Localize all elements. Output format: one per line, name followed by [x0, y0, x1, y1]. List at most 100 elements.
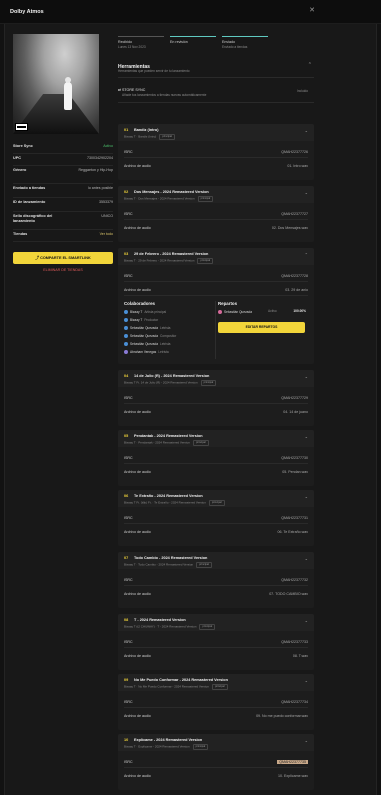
track-number: 05	[124, 434, 129, 438]
audio-file-value[interactable]: 04. 14 de juano	[283, 410, 308, 414]
track-artists-text: Bizaay T (t2 CHUWAY) · T - 2024 Remaster…	[124, 624, 197, 629]
track-card[interactable]: 03 29 de Febrero - 2024 Remastered Versio…	[118, 248, 314, 364]
meta-value: 3553379	[99, 200, 113, 204]
audio-file-row: Archivo de audio 06. Te Extraño.wav	[124, 528, 308, 538]
meta-value: Reggaeton y Hip-Hop	[78, 168, 113, 172]
avatar	[124, 326, 128, 331]
share-smartlink-button[interactable]: ⤴ COMPARTE EL SMARTLINK	[13, 252, 113, 264]
audio-file-value[interactable]: 07. TODO CAMBIO.wav	[269, 592, 308, 596]
track-header[interactable]: 04 14 de Julio (R) - 2024 Remastered Vers…	[118, 370, 314, 387]
meta-value[interactable]: Ver todo	[69, 232, 113, 236]
track-card[interactable]: 10 Explícame - 2024 Remastered Version Biz…	[118, 734, 314, 790]
track-card[interactable]: 08 T - 2024 Remastered Version Bizaay T (t…	[118, 614, 314, 670]
splits-section: Repartos Sebastián Quezada Activo 100.00% ED…	[218, 301, 308, 334]
track-card[interactable]: 04 14 de Julio (R) - 2024 Remastered Vers…	[118, 370, 314, 426]
track-header[interactable]: 06 Te Extraño - 2024 Remastered Version Bi…	[118, 490, 314, 507]
status-tab: Enviado Enviado a tiendas	[222, 36, 268, 52]
chevron-down-icon[interactable]: ⌄	[305, 128, 308, 134]
track-artists: Bizaay T · 29 de Febrero - 2024 Remaster…	[124, 258, 214, 264]
status-tab-date: Enviado a tiendas	[222, 45, 248, 49]
track-header[interactable]: 10 Explícame - 2024 Remastered Version Biz…	[118, 734, 314, 751]
chevron-down-icon[interactable]: ⌄	[305, 738, 308, 744]
status-tab: En revisión	[170, 36, 216, 52]
track-artists: Bizaay T · Todo Cambio - 2024 Remastered…	[124, 562, 212, 568]
isrc-label: ISRC	[124, 274, 133, 278]
track-card[interactable]: 09 No Me Puedo Conformar - 2024 Remastere…	[118, 674, 314, 730]
isrc-row: ISRC QMAH22377728	[124, 272, 308, 282]
audio-file-value[interactable]: 09. No me puedo conformar.wav	[256, 714, 308, 718]
audio-file-value[interactable]: 08. T.wav	[293, 654, 308, 658]
collaborator-row: Sebastián Quezada Letrista	[124, 326, 214, 334]
isrc-value: QMAH22377727	[281, 212, 308, 216]
meta-value: Activo	[103, 144, 113, 148]
track-header[interactable]: 08 T - 2024 Remastered Version Bizaay T (t…	[118, 614, 314, 631]
split-row: Sebastián Quezada Activo 100.00%	[218, 309, 308, 318]
collaborator-row: Abraham Venegas Letrista	[124, 350, 214, 358]
chevron-down-icon[interactable]: ⌄	[305, 374, 308, 380]
split-status: Activo	[268, 309, 277, 314]
track-card[interactable]: 01 Bandiz (Intro) Bizaay T · Bandiz (Intro…	[118, 124, 314, 180]
track-title: No Me Puedo Conformar - 2024 Remastered …	[134, 678, 228, 682]
audio-file-label: Archivo de audio	[124, 592, 151, 596]
isrc-row: ISRC QMAH22377735	[124, 758, 308, 768]
role-badge: principal	[197, 258, 214, 264]
delete-from-stores-link[interactable]: ELIMINAR DE TIENDAS	[13, 268, 113, 272]
meta-key: UPC	[13, 156, 22, 160]
track-number: 01	[124, 128, 129, 132]
track-card[interactable]: 07 Todo Cambio - 2024 Remastered Version B…	[118, 552, 314, 608]
status-tab-label: Recibido	[118, 40, 132, 44]
audio-file-value[interactable]: 10. Explicame.wav	[278, 774, 308, 778]
collaborator-name: Sebastián Quezada	[130, 334, 158, 339]
avatar	[124, 310, 128, 315]
role-badge: principal	[159, 134, 175, 140]
audio-file-row: Archivo de audio 08. T.wav	[124, 652, 308, 662]
audio-file-value[interactable]: 01. Intro.wav	[287, 164, 308, 168]
track-card[interactable]: 02 Dos Mensajes - 2024 Remastered Version…	[118, 186, 314, 242]
isrc-label: ISRC	[124, 516, 133, 520]
audio-file-label: Archivo de audio	[124, 654, 151, 658]
chevron-down-icon[interactable]: ⌄	[305, 556, 308, 562]
meta-row: Store Sync Activo	[13, 142, 113, 154]
close-icon[interactable]: ✕	[309, 7, 315, 15]
top-bar: Dolby Atmos ✕	[0, 0, 381, 24]
chevron-down-icon[interactable]: ⌄	[305, 618, 308, 624]
collaborator-role: Letrista	[160, 342, 171, 347]
audio-file-value[interactable]: 02. Dos Mensajes.wav	[272, 226, 308, 230]
track-header[interactable]: 01 Bandiz (Intro) Bizaay T · Bandiz (Intro…	[118, 124, 314, 141]
audio-file-value[interactable]: 03. 29 de anio	[285, 288, 308, 292]
chevron-up-icon[interactable]: ⌃	[308, 62, 312, 68]
chevron-down-icon[interactable]: ⌄	[305, 678, 308, 684]
isrc-row: ISRC QMAH22377729	[124, 394, 308, 404]
track-card[interactable]: 06 Te Extraño - 2024 Remastered Version Bi…	[118, 490, 314, 546]
audio-file-row: Archivo de audio 10. Explicame.wav	[124, 772, 308, 782]
track-header[interactable]: 02 Dos Mensajes - 2024 Remastered Version…	[118, 186, 314, 203]
track-header[interactable]: 05 Pendantak - 2024 Remastered Version Biz…	[118, 430, 314, 447]
track-header[interactable]: 03 29 de Febrero - 2024 Remastered Versio…	[118, 248, 314, 265]
edit-splits-button[interactable]: EDITAR REPARTOS	[218, 322, 305, 334]
track-artists: Bizaay T · Explícame - 2024 Remastered V…	[124, 744, 209, 750]
chevron-up-icon[interactable]: ⌃	[305, 252, 308, 258]
status-tab-label: En revisión	[170, 40, 188, 44]
track-title: Pendantak - 2024 Remastered Version	[134, 434, 203, 438]
meta-key: Store Sync	[13, 144, 33, 148]
isrc-row: ISRC QMAH22377734	[124, 698, 308, 708]
track-header[interactable]: 09 No Me Puedo Conformar - 2024 Remastere…	[118, 674, 314, 691]
role-badge: principal	[197, 196, 214, 202]
audio-file-value[interactable]: 06. Te Extraño.wav	[278, 530, 309, 534]
chevron-down-icon[interactable]: ⌄	[305, 434, 308, 440]
track-number: 08	[124, 618, 129, 622]
audio-file-value[interactable]: 05. Pendan.wav	[282, 470, 308, 474]
status-tabs: Recibido Lunes 13 Nov 2023 En revisión Envi…	[118, 36, 314, 52]
isrc-value: QMAH22377731	[281, 516, 308, 520]
chevron-down-icon[interactable]: ⌄	[305, 494, 308, 500]
track-card[interactable]: 05 Pendantak - 2024 Remastered Version Biz…	[118, 430, 314, 486]
track-header[interactable]: 07 Todo Cambio - 2024 Remastered Version B…	[118, 552, 314, 569]
track-number: 07	[124, 556, 129, 560]
collaborator-role: Letrista	[158, 350, 169, 355]
role-badge: principal	[208, 500, 225, 506]
store-sync-label: ⇄ STORE SYNC	[118, 88, 146, 92]
track-number: 06	[124, 494, 129, 498]
track-artists-text: Bizaay T · No Me Puedo Conformar - 2024 …	[124, 684, 209, 689]
isrc-row: ISRC QMAH22377732	[124, 576, 308, 586]
chevron-down-icon[interactable]: ⌄	[305, 190, 308, 196]
